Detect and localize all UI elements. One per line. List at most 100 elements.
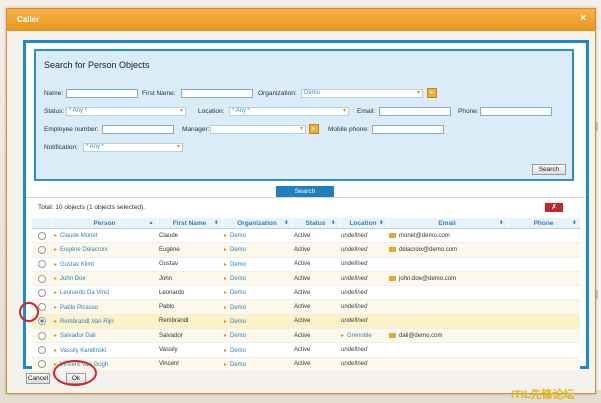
person-link[interactable]: John Doe [60,276,86,282]
notification-select[interactable]: * Any * ▾ [83,143,183,152]
person-link[interactable]: Leonardo Da Vinci [60,290,109,296]
column-header-email[interactable]: Email ⬍ [387,218,508,229]
name-input[interactable] [66,89,138,98]
column-header-first-name[interactable]: First Name ⬍ [157,218,223,229]
table-row[interactable]: ▸ Salvador Dali Salvador ▸ Demo Active ▸ Grenob… [32,328,580,344]
organization-cell[interactable]: ▸ Demo [222,242,292,258]
email-cell [387,314,507,330]
person-cell[interactable]: ▸ Eugène Delacroix [52,242,157,258]
row-select-cell[interactable] [32,271,52,287]
person-cell[interactable]: ▸ Vassily Kandinski [52,342,157,358]
organization-cell[interactable]: ▸ Demo [222,271,292,287]
organization-cell[interactable]: ▸ Demo [222,228,292,244]
row-select-cell[interactable] [32,228,52,244]
person-link[interactable]: Rembrandt Van Rijn [60,319,114,325]
row-radio[interactable] [38,274,46,283]
organization-cell[interactable]: ▸ Demo [222,257,292,272]
table-row[interactable]: ▸ Leonardo Da Vinci Leonardo ▸ Demo Active und… [32,285,580,301]
employee-number-input[interactable] [102,125,174,134]
row-select-cell[interactable] [32,242,52,258]
location-select[interactable]: * Any * ▾ [229,107,349,116]
table-row[interactable]: ▸ Gustav Klimt Gustav ▸ Demo Active undefined [32,257,580,272]
organization-link[interactable]: Demo [230,247,246,253]
row-radio[interactable] [38,245,46,254]
organization-link[interactable]: Demo [230,262,246,268]
column-header-organization[interactable]: Organization ⬍ [222,218,293,229]
organization-cell[interactable]: ▸ Demo [222,285,292,301]
row-radio[interactable] [38,317,46,326]
table-row[interactable]: ▸ Vincent Van Gogh Vincent ▸ Demo Active undef… [32,357,580,372]
bullet-icon: ▸ [54,233,58,240]
person-link[interactable]: Vassily Kandinski [60,348,106,354]
organization-picker-icon[interactable]: ▸ [427,88,437,98]
table-row[interactable]: ▸ Rembrandt Van Rijn Rembrandt ▸ Demo Active u… [32,314,580,330]
column-header-location[interactable]: Location ⬍ [339,218,388,229]
column-header-phone[interactable]: Phone ⬍ [507,218,581,229]
person-link[interactable]: Eugène Delacroix [60,247,107,253]
phone-cell [507,328,580,344]
organization-link[interactable]: Demo [230,333,246,339]
row-radio[interactable] [38,331,46,340]
person-cell[interactable]: ▸ Claude Monet [52,228,157,244]
mobile-phone-input[interactable] [372,125,444,134]
organization-cell[interactable]: ▸ Demo [222,342,292,358]
organization-link[interactable]: Demo [230,233,246,239]
table-row[interactable]: ▸ John Doe John ▸ Demo Active undefined john.do… [32,271,580,287]
organization-link[interactable]: Demo [230,362,246,368]
notification-label: Notification: [44,144,78,151]
table-row[interactable]: ▸ Claude Monet Claude ▸ Demo Active undefined m… [32,228,580,244]
manager-select[interactable]: ▾ [210,125,306,134]
row-radio[interactable] [38,260,46,269]
person-link[interactable]: Gustav Klimt [60,262,94,268]
organization-link[interactable]: Demo [230,348,246,354]
organization-cell[interactable]: ▸ Demo [222,299,292,315]
row-select-cell[interactable] [32,285,52,301]
status-select[interactable]: * Any * ▾ [66,107,186,116]
row-radio[interactable] [38,360,46,369]
first-name-cell: Claude [157,228,222,244]
column-header-status[interactable]: Status ⬍ [292,218,340,229]
search-button[interactable]: Search [532,164,566,175]
clear-selection-icon[interactable]: ✗ [545,203,563,212]
person-cell[interactable]: ▸ Gustav Klimt [52,257,157,272]
organization-link[interactable]: Demo [230,319,246,325]
person-link[interactable]: Salvador Dali [60,333,96,339]
person-cell[interactable]: ▸ John Doe [52,271,157,287]
row-radio[interactable] [38,288,46,297]
person-cell[interactable]: ▸ Pablo Picasso [52,299,157,315]
row-select-cell[interactable] [32,342,52,358]
table-row[interactable]: ▸ Vassily Kandinski Vassily ▸ Demo Active unde… [32,342,580,358]
person-cell[interactable]: ▸ Salvador Dali [52,328,157,344]
email-cell: delacroix@demo.com [387,242,507,258]
organization-cell[interactable]: ▸ Demo [222,357,292,372]
person-cell[interactable]: ▸ Rembrandt Van Rijn [52,314,157,330]
person-cell[interactable]: ▸ Leonardo Da Vinci [52,285,157,301]
row-radio[interactable] [38,346,46,355]
table-row[interactable]: ▸ Pablo Picasso Pablo ▸ Demo Active undefined [32,299,580,315]
person-link[interactable]: Pablo Picasso [60,305,98,311]
column-header-person[interactable]: Person ▲ [52,218,158,229]
person-link[interactable]: Claude Monet [60,233,97,239]
phone-cell [507,357,580,372]
organization-link[interactable]: Demo [230,305,246,311]
first-name-input[interactable] [181,89,253,98]
row-select-cell[interactable] [32,328,52,344]
organization-cell[interactable]: ▸ Demo [222,314,292,330]
organization-link[interactable]: Demo [230,276,246,282]
organization-cell[interactable]: ▸ Demo [222,328,292,344]
cancel-button[interactable]: Cancel [26,373,50,384]
row-radio[interactable] [38,231,46,240]
close-icon[interactable]: × [580,13,586,24]
first-name-cell: John [157,271,222,287]
organization-link[interactable]: Demo [230,290,246,296]
location-link[interactable]: Grenoble [347,333,372,339]
email-input[interactable] [379,107,451,116]
location-cell[interactable]: ▸ Grenoble [339,328,387,344]
row-radio[interactable] [38,303,46,312]
row-select-cell[interactable] [32,257,52,272]
manager-picker-icon[interactable]: ▸ [309,124,319,134]
row-select-cell[interactable] [32,357,52,372]
phone-input[interactable] [480,107,552,116]
organization-select[interactable]: Demo ▾ [301,89,423,98]
table-row[interactable]: ▸ Eugène Delacroix Eugène ▸ Demo Active undefi… [32,242,580,258]
